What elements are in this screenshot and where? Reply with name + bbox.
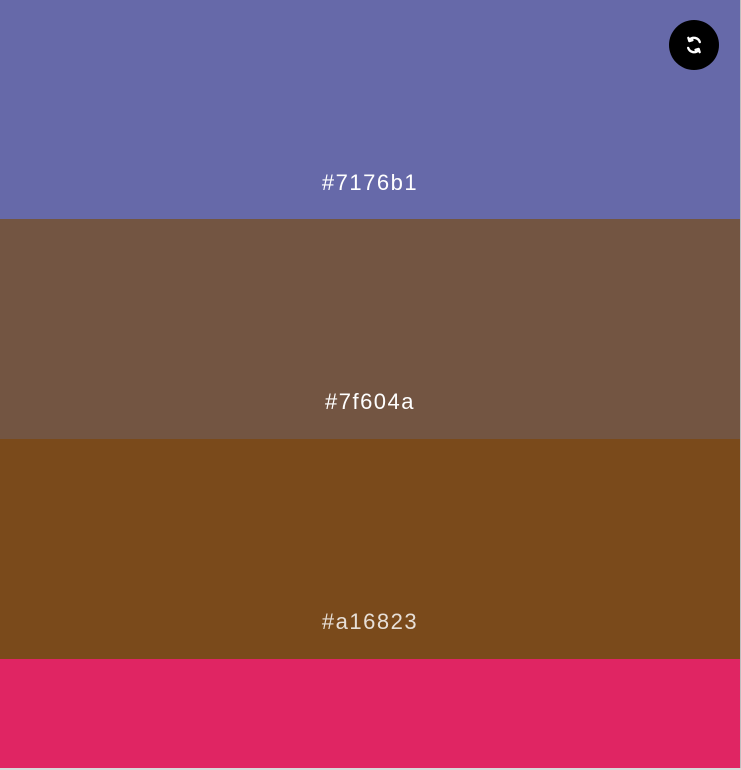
hex-label[interactable]: #7176b1 [0, 170, 740, 196]
refresh-icon [687, 36, 701, 54]
color-swatch[interactable]: #a16823 [0, 439, 740, 659]
color-palette: #7176b1 #7f604a #a16823 [0, 0, 740, 768]
color-swatch[interactable] [0, 659, 740, 768]
hex-label[interactable]: #7f604a [0, 389, 740, 415]
color-swatch[interactable]: #7f604a [0, 219, 740, 439]
color-swatch[interactable]: #7176b1 [0, 0, 740, 220]
hex-label[interactable]: #a16823 [0, 609, 740, 635]
refresh-button[interactable] [669, 20, 719, 70]
